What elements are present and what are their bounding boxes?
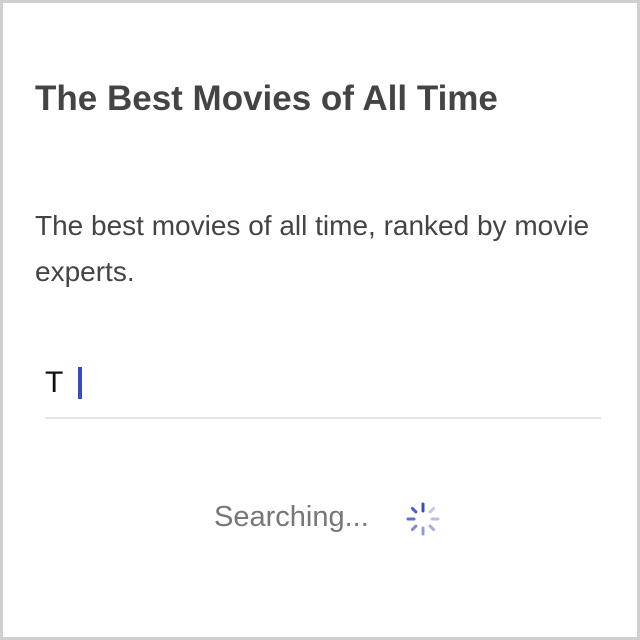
search-status: Searching...: [3, 495, 640, 541]
loading-spinner-icon: [406, 502, 440, 536]
searching-label: Searching...: [214, 501, 369, 533]
search-input[interactable]: T: [45, 357, 601, 419]
page-description: The best movies of all time, ranked by m…: [35, 210, 590, 287]
page-title: The Best Movies of All Time: [35, 79, 498, 118]
page-frame: The Best Movies of All Time The best mov…: [0, 0, 640, 640]
search-input-value: T: [45, 366, 64, 399]
text-caret: [78, 367, 82, 399]
